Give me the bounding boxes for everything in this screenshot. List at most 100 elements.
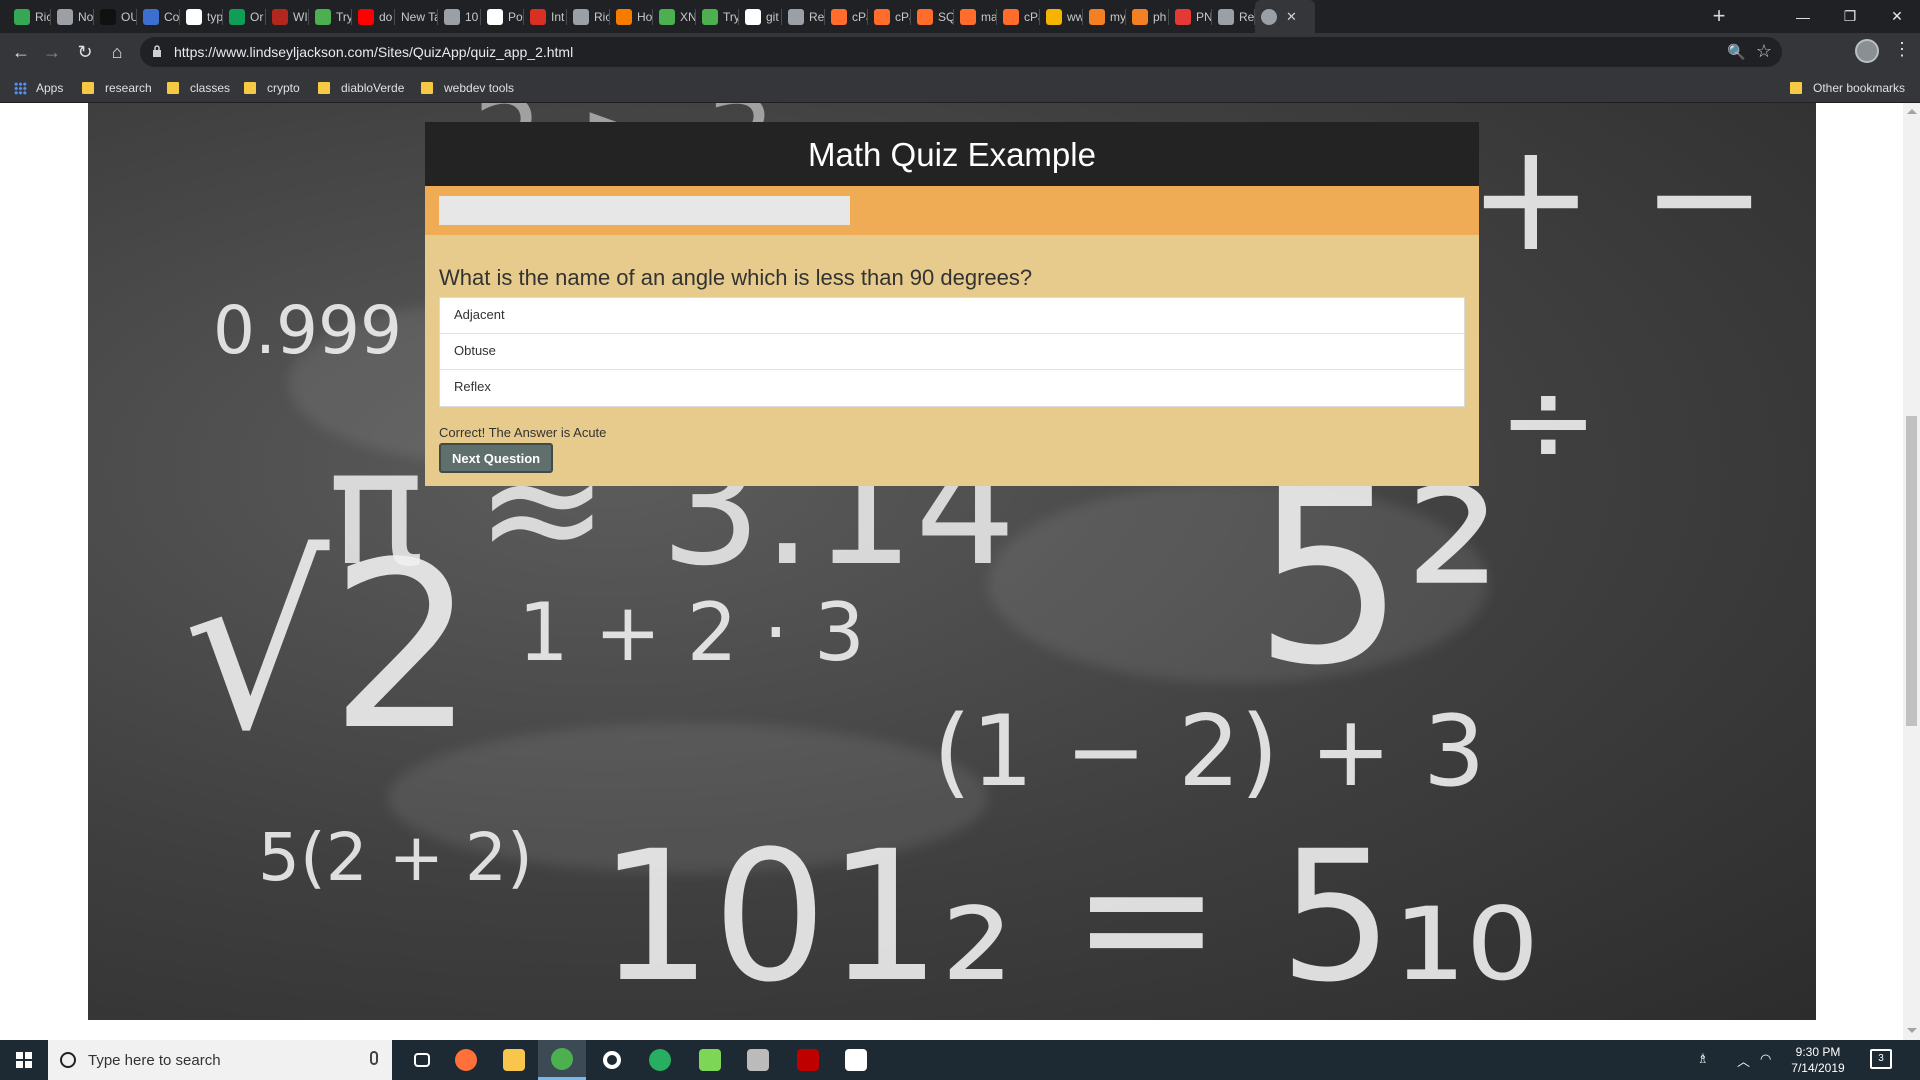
notification-center-icon[interactable]: 3: [1870, 1049, 1892, 1069]
minimize-button[interactable]: —: [1780, 0, 1826, 33]
answer-option[interactable]: Reflex: [440, 370, 1464, 406]
url-text[interactable]: https://www.lindseyljackson.com/Sites/Qu…: [174, 44, 573, 60]
tab-favicon-icon: [186, 8, 202, 25]
tab-label: SQ: [938, 9, 954, 24]
file-explorer-icon: [503, 1049, 525, 1071]
tab-favicon-icon: [1046, 8, 1062, 25]
browser-tab[interactable]: Re: [1212, 0, 1255, 33]
browser-tab[interactable]: Try: [696, 0, 739, 33]
new-tab-button[interactable]: +: [1705, 4, 1733, 30]
taskbar-app-git-kraken[interactable]: [686, 1040, 734, 1080]
browser-tab[interactable]: WI: [266, 0, 309, 33]
network-icon[interactable]: ◠: [1760, 1051, 1771, 1067]
browser-tab[interactable]: Po: [481, 0, 524, 33]
tab-favicon-icon: [14, 8, 30, 25]
bookmark-folder-webdev-tools[interactable]: webdev tools: [421, 79, 514, 97]
tab-label: Try: [723, 9, 739, 24]
browser-tab[interactable]: New Ta: [395, 0, 438, 33]
browser-tab[interactable]: Or: [223, 0, 266, 33]
back-icon[interactable]: ←: [9, 41, 33, 63]
bookmark-apps[interactable]: Apps: [14, 79, 63, 97]
start-button[interactable]: [0, 1040, 48, 1080]
close-window-button[interactable]: ✕: [1874, 0, 1920, 33]
restore-button[interactable]: ❐: [1827, 0, 1873, 33]
scroll-down-icon[interactable]: [1907, 1028, 1917, 1033]
bookmark-folder-research[interactable]: research: [82, 79, 152, 97]
browser-tab[interactable]: ma: [954, 0, 997, 33]
taskbar-app-task-view[interactable]: [398, 1040, 446, 1080]
taskbar-app-photos[interactable]: [832, 1040, 880, 1080]
bookmark-folder-classes[interactable]: classes: [167, 79, 230, 97]
browser-tab[interactable]: git: [739, 0, 782, 33]
tray-chevron-icon[interactable]: ︿: [1737, 1051, 1750, 1070]
forward-icon[interactable]: →: [40, 41, 64, 63]
home-icon[interactable]: ⌂: [105, 41, 129, 63]
browser-tab[interactable]: OU: [94, 0, 137, 33]
browser-tab[interactable]: No: [51, 0, 94, 33]
answer-feedback: Correct! The Answer is Acute: [439, 425, 607, 440]
page-scrollbar[interactable]: [1903, 103, 1920, 1040]
browser-tab[interactable]: do: [352, 0, 395, 33]
browser-tab[interactable]: Ric: [8, 0, 51, 33]
browser-tab[interactable]: PN: [1169, 0, 1212, 33]
reload-icon[interactable]: ↻: [73, 41, 97, 63]
taskbar-app-firefox[interactable]: [442, 1040, 490, 1080]
tab-favicon-icon: [960, 8, 976, 25]
people-icon[interactable]: ♗: [1697, 1051, 1709, 1067]
chalk-expression: 101₂ = 5₁₀: [598, 813, 1538, 1020]
tab-favicon-icon: [788, 8, 804, 25]
browser-tab[interactable]: cPa: [825, 0, 868, 33]
browser-tab[interactable]: ww: [1040, 0, 1083, 33]
next-question-button[interactable]: Next Question: [439, 443, 554, 473]
profile-avatar-icon[interactable]: [1855, 39, 1879, 63]
other-bookmarks-folder[interactable]: Other bookmarks: [1790, 79, 1905, 97]
browser-tab[interactable]: ph: [1126, 0, 1169, 33]
answer-option[interactable]: Obtuse: [440, 334, 1464, 370]
system-clock[interactable]: 9:30 PM 7/14/2019: [1778, 1044, 1858, 1076]
scroll-up-icon[interactable]: [1907, 109, 1917, 114]
close-tab-icon[interactable]: ✕: [1286, 9, 1297, 25]
taskbar-app-file-explorer[interactable]: [490, 1040, 538, 1080]
tab-label: Or: [250, 9, 264, 24]
taskbar-app-app-bird[interactable]: [734, 1040, 782, 1080]
bookmark-folder-crypto[interactable]: crypto: [244, 79, 300, 97]
browser-tab[interactable]: typ: [180, 0, 223, 33]
microphone-icon[interactable]: [370, 1051, 378, 1065]
browser-tab[interactable]: cPa: [997, 0, 1040, 33]
browser-tab[interactable]: XN: [653, 0, 696, 33]
browser-tab[interactable]: Try: [309, 0, 352, 33]
bookmark-folder-diabloverde[interactable]: diabloVerde: [318, 79, 404, 97]
browser-tab[interactable]: Int: [524, 0, 567, 33]
folder-icon: [1790, 82, 1802, 94]
app-green-icon: [649, 1049, 671, 1071]
browser-tab[interactable]: cPa: [868, 0, 911, 33]
taskbar-search-box[interactable]: Type here to search: [48, 1040, 392, 1080]
chalk-expression: 5²: [1253, 438, 1502, 718]
address-bar[interactable]: https://www.lindseyljackson.com/Sites/Qu…: [140, 37, 1782, 67]
browser-tab[interactable]: Co: [137, 0, 180, 33]
tab-favicon-icon: [745, 8, 761, 25]
taskbar-app-app-green[interactable]: [636, 1040, 684, 1080]
tab-label: Co: [164, 9, 180, 24]
folder-icon: [244, 82, 256, 94]
answer-option[interactable]: Adjacent: [440, 298, 1464, 334]
tab-label: OU: [121, 9, 137, 24]
browser-tab[interactable]: 10: [438, 0, 481, 33]
bookmark-star-icon[interactable]: ☆: [1756, 41, 1772, 62]
taskbar-app-chrome[interactable]: [538, 1040, 586, 1080]
zoom-icon[interactable]: 🔍: [1727, 43, 1746, 61]
tab-favicon-icon: [315, 8, 331, 25]
browser-tab[interactable]: my: [1083, 0, 1126, 33]
browser-tab[interactable]: SQ: [911, 0, 954, 33]
browser-tab[interactable]: Ho: [610, 0, 653, 33]
windows-logo-icon: [16, 1052, 32, 1068]
taskbar-app-filezilla[interactable]: [784, 1040, 832, 1080]
browser-menu-icon[interactable]: ⋮: [1893, 39, 1911, 60]
chalk-expression: √2: [183, 514, 476, 781]
scroll-thumb[interactable]: [1906, 416, 1917, 726]
browser-tab[interactable]: Ric: [567, 0, 610, 33]
taskbar-app-app-circle[interactable]: [588, 1040, 636, 1080]
apps-grid-icon: [14, 81, 27, 95]
browser-tab[interactable]: Re: [782, 0, 825, 33]
browser-tab-active[interactable]: ✕: [1255, 0, 1315, 33]
